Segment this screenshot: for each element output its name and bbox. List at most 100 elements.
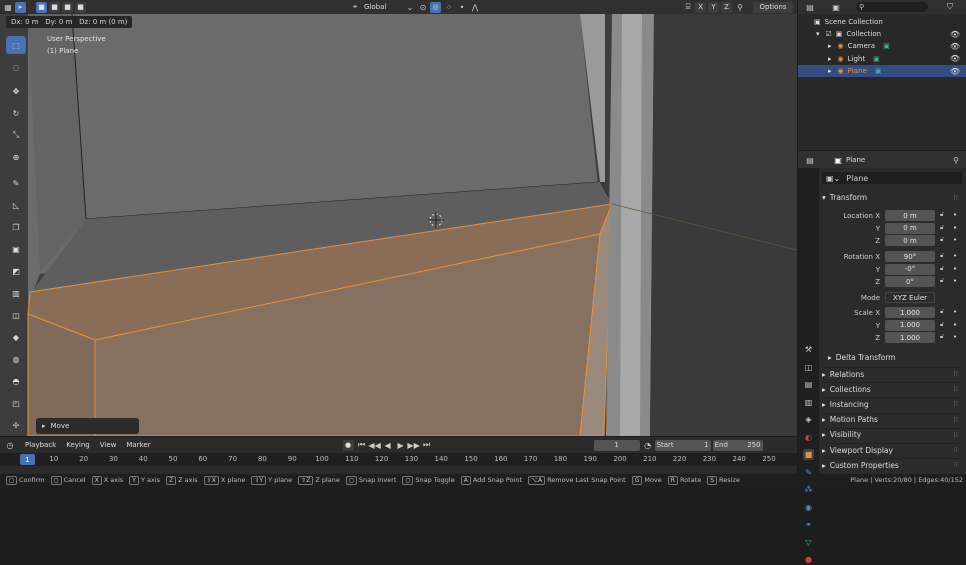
scale-z-field[interactable]: 1.000: [885, 332, 935, 343]
grip-icon[interactable]: ⁞⁞: [954, 400, 958, 408]
data-icon[interactable]: ▽: [803, 537, 814, 548]
annotate-icon[interactable]: ✎: [6, 174, 26, 192]
output-icon[interactable]: ▤: [803, 379, 814, 390]
start-frame-field[interactable]: Start 1: [654, 439, 711, 451]
object-name-field[interactable]: ▣⌄ Plane: [822, 172, 962, 184]
outliner-collection[interactable]: ▾ ☑ ▣ Collection 👁: [798, 28, 966, 40]
menu-view[interactable]: View: [100, 441, 117, 449]
jump-start-icon[interactable]: ⏮: [357, 440, 367, 450]
delta-transform-header[interactable]: ▸ Delta Transform: [828, 351, 966, 364]
menu-keying[interactable]: Keying: [66, 441, 90, 449]
keyframe-dot-icon[interactable]: •: [953, 333, 957, 341]
outliner-editor-icon[interactable]: ▤: [805, 2, 815, 12]
select-mode-subtract-icon[interactable]: ■: [62, 1, 73, 13]
scale-x-field[interactable]: 1.000: [885, 307, 935, 318]
grip-icon[interactable]: ⁞⁞: [954, 416, 958, 424]
properties-editor-icon[interactable]: ▤: [805, 155, 815, 165]
timeline-body[interactable]: [0, 466, 797, 474]
keyframe-dot-icon[interactable]: •: [953, 224, 957, 232]
end-frame-field[interactable]: End 250: [712, 439, 763, 451]
current-frame-field[interactable]: 1: [593, 439, 640, 451]
physics-icon[interactable]: ◉: [803, 502, 814, 513]
timeline-ruler[interactable]: 1102030405060708090100110120130140150160…: [0, 453, 797, 466]
snap-icon[interactable]: ◎: [430, 1, 441, 13]
keyframe-dot-icon[interactable]: •: [953, 252, 957, 260]
pivot-icon[interactable]: ⊙: [418, 2, 428, 12]
material-icon[interactable]: ●: [803, 554, 814, 565]
object-icon[interactable]: ■: [803, 449, 814, 460]
lock-icon[interactable]: 🔓︎: [940, 236, 944, 244]
select-mode-invert-icon[interactable]: ■: [75, 1, 86, 13]
data-icon[interactable]: ▣: [883, 42, 890, 50]
next-key-icon[interactable]: ▶▶: [407, 440, 419, 450]
outliner-item-plane[interactable]: ▸ ◉ Plane ▣ 👁: [798, 65, 966, 77]
select-box-icon[interactable]: ⬚: [6, 36, 26, 54]
chevron-down-icon[interactable]: ⌄: [405, 2, 415, 12]
transform-panel-header[interactable]: ▾ Transform ⁞⁞: [822, 191, 962, 204]
outliner-scene-collection[interactable]: ▣ Scene Collection: [798, 16, 966, 28]
keyframe-dot-icon[interactable]: •: [953, 321, 957, 329]
options-button[interactable]: Options: [753, 1, 793, 13]
expand-icon[interactable]: ▸: [828, 55, 832, 63]
select-mode-new-icon[interactable]: ■: [36, 1, 47, 13]
panel-instancing[interactable]: ▸ Instancing ⁞⁞: [822, 397, 962, 410]
eye-icon[interactable]: 👁: [950, 42, 960, 51]
grip-icon[interactable]: ⁞⁞: [954, 370, 958, 378]
rotation-x-field[interactable]: 90°: [885, 251, 935, 262]
collapse-icon[interactable]: ▾: [816, 30, 820, 38]
lock-icon[interactable]: 🔓︎: [940, 277, 944, 285]
extrude-icon[interactable]: ❒: [6, 218, 26, 236]
cursor-icon[interactable]: ◌: [6, 58, 26, 76]
tool-icon[interactable]: ⚒: [803, 344, 814, 355]
location-x-field[interactable]: 0 m: [885, 210, 935, 221]
stopwatch-icon[interactable]: ◔: [643, 440, 653, 450]
panel-motion-paths[interactable]: ▸ Motion Paths ⁞⁞: [822, 412, 962, 426]
mirror-icon[interactable]: ⌸: [683, 2, 693, 12]
lock-icon[interactable]: 🔓︎: [940, 333, 944, 341]
playhead-frame[interactable]: 1: [20, 454, 35, 465]
bevel-icon[interactable]: ◩: [6, 262, 26, 280]
rotation-z-field[interactable]: 0°: [885, 276, 935, 287]
keyframe-dot-icon[interactable]: •: [953, 211, 957, 219]
eye-icon[interactable]: 👁: [950, 30, 960, 39]
constraints-icon[interactable]: ⚭: [803, 519, 814, 530]
grip-icon[interactable]: ⁞⁞: [954, 385, 958, 393]
panel-viewport-display[interactable]: ▸ Viewport Display ⁞⁞: [822, 443, 962, 456]
scene-icon[interactable]: ◈: [803, 414, 814, 425]
eye-icon[interactable]: 👁: [950, 67, 960, 76]
filter-icon[interactable]: ⛉: [945, 2, 955, 12]
clock-icon[interactable]: ◷: [5, 440, 15, 450]
expand-icon[interactable]: ▸: [828, 42, 832, 50]
scale-y-field[interactable]: 1.000: [885, 319, 935, 331]
grip-icon[interactable]: ⁞⁞: [954, 194, 958, 202]
location-z-field[interactable]: 0 m: [885, 235, 935, 246]
outliner-item-camera[interactable]: ▸ ◉ Camera ▣ 👁: [798, 40, 966, 52]
keyframe-dot-icon[interactable]: •: [953, 236, 957, 244]
transform-icon[interactable]: ⊕: [6, 148, 26, 166]
outliner-search-input[interactable]: ⚲: [856, 2, 928, 12]
lock-icon[interactable]: 🔓︎: [940, 321, 944, 329]
play-icon[interactable]: ▶: [396, 440, 406, 450]
move-icon[interactable]: ✥: [6, 82, 26, 100]
lock-icon[interactable]: 🔓︎: [940, 265, 944, 273]
select-tool-icon[interactable]: ▸: [15, 1, 26, 13]
world-icon[interactable]: ◐: [803, 432, 814, 443]
3d-viewport[interactable]: Dx: 0 m Dy: 0 m Dz: 0 m (0 m) User Persp…: [0, 14, 797, 436]
shear-icon[interactable]: ◰: [6, 394, 26, 412]
data-icon[interactable]: ▣: [875, 67, 882, 75]
snap-target-icon[interactable]: ⁘: [444, 2, 454, 12]
panel-visibility[interactable]: ▸ Visibility ⁞⁞: [822, 427, 962, 441]
grip-icon[interactable]: ⁞⁞: [954, 461, 958, 469]
menu-playback[interactable]: Playback: [25, 441, 56, 449]
smooth-icon[interactable]: ◓: [6, 372, 26, 390]
panel-custom-properties[interactable]: ▸ Custom Properties ⁞⁞: [822, 458, 962, 471]
expand-icon[interactable]: ▸: [828, 67, 832, 75]
prev-key-icon[interactable]: ◀◀: [368, 440, 380, 450]
view-layer-icon[interactable]: ▥: [803, 397, 814, 408]
render-icon[interactable]: ◫: [803, 362, 814, 373]
keyframe-dot-icon[interactable]: •: [953, 308, 957, 316]
menu-marker[interactable]: Marker: [126, 441, 150, 449]
proportional-edit-icon[interactable]: •: [457, 2, 467, 12]
pin-icon[interactable]: ⚲: [951, 155, 961, 165]
data-icon[interactable]: ▣: [873, 55, 880, 63]
